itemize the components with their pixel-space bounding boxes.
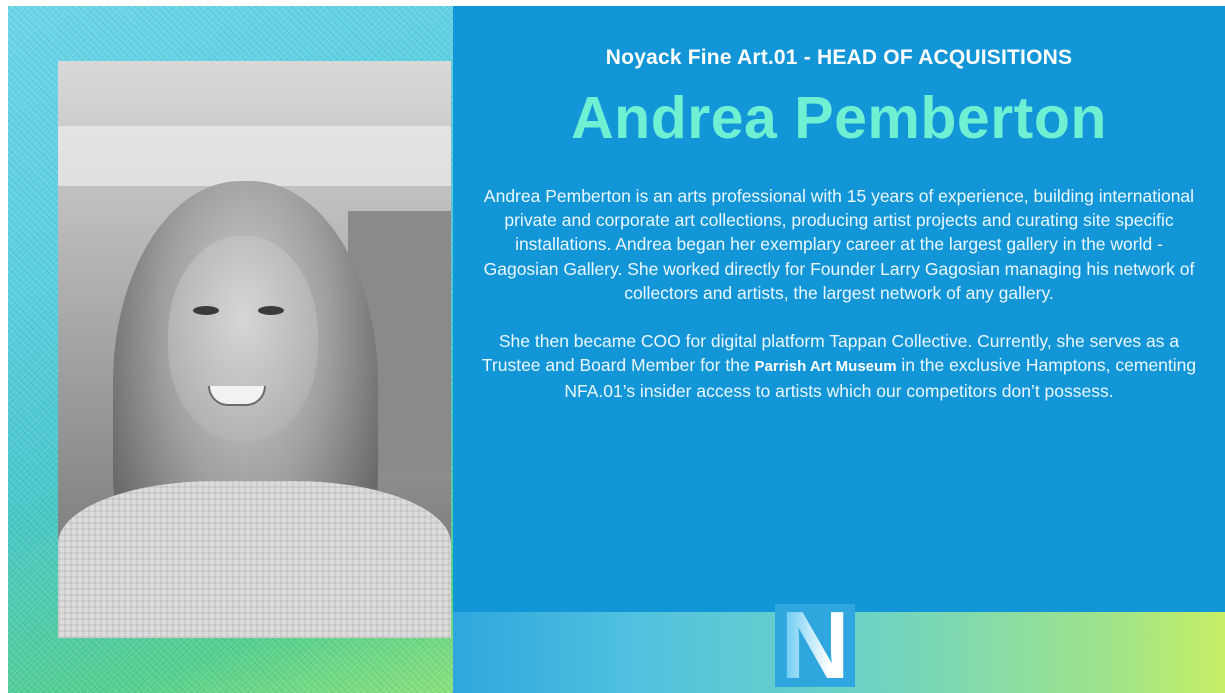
photo-background-window-frame: [58, 126, 451, 186]
brand-logo-n: N: [775, 592, 855, 693]
portrait-left-eye: [193, 306, 219, 315]
portrait-photo: [58, 61, 451, 638]
biography: Andrea Pemberton is an arts professional…: [478, 184, 1200, 404]
portrait-face: [168, 236, 318, 441]
bio-paragraph-1: Andrea Pemberton is an arts professional…: [483, 186, 1195, 303]
bio-paragraph-2: She then became COO for digital platform…: [478, 329, 1200, 404]
profile-slide: Noyack Fine Art.01 - HEAD OF ACQUISITION…: [8, 6, 1225, 693]
brand-logo-letter: N: [780, 592, 850, 693]
person-name-title: Andrea Pemberton: [571, 85, 1107, 151]
portrait-sweater: [58, 481, 451, 638]
bio-highlight-museum: Parrish Art Museum: [754, 358, 897, 376]
portrait-right-eye: [258, 306, 284, 315]
role-subtitle: Noyack Fine Art.01 - HEAD OF ACQUISITION…: [605, 46, 1073, 69]
